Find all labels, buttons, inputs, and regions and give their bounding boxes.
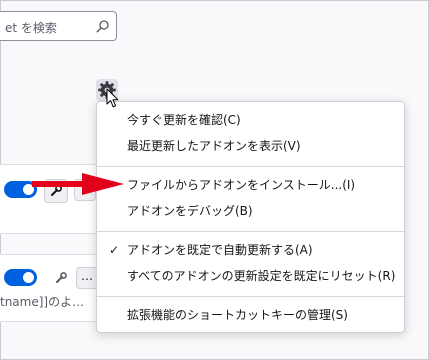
search-box[interactable]: et を検索 <box>0 11 117 41</box>
menu-item-manage-shortcuts[interactable]: 拡張機能のショートカットキーの管理(S) <box>97 303 404 327</box>
menu-item-auto-update-default[interactable]: ✓ アドオンを既定で自動更新する(A) <box>97 238 404 262</box>
addon-tools-menu: 今すぐ更新を確認(C) 最近更新したアドオンを表示(V) ファイルからアドオンを… <box>96 101 405 333</box>
menu-item-install-from-file[interactable]: ファイルからアドオンをインストール...(I) <box>97 173 404 197</box>
checkmark-icon: ✓ <box>108 243 120 257</box>
menu-item-check-updates[interactable]: 今すぐ更新を確認(C) <box>97 108 404 132</box>
addon-enable-toggle[interactable] <box>4 269 37 286</box>
menu-separator <box>97 296 404 297</box>
menu-item-view-recent-updates[interactable]: 最近更新したアドオンを表示(V) <box>97 134 404 158</box>
search-icon <box>96 20 109 33</box>
menu-item-reset-update-settings[interactable]: すべてのアドオンの更新設定を既定にリセット(R) <box>97 264 404 288</box>
search-input[interactable]: et を検索 <box>5 19 57 36</box>
addon-more-button[interactable]: … <box>76 267 98 289</box>
addon-options-button[interactable] <box>50 267 72 289</box>
menu-separator <box>97 166 404 167</box>
wrench-icon <box>56 272 67 283</box>
annotation-arrow-icon <box>32 173 124 195</box>
menu-item-debug-addons[interactable]: アドオンをデバッグ(B) <box>97 199 404 223</box>
menu-separator <box>97 231 404 232</box>
addon-description: tname]]のよ… <box>0 295 85 309</box>
mouse-pointer-icon <box>106 88 119 108</box>
